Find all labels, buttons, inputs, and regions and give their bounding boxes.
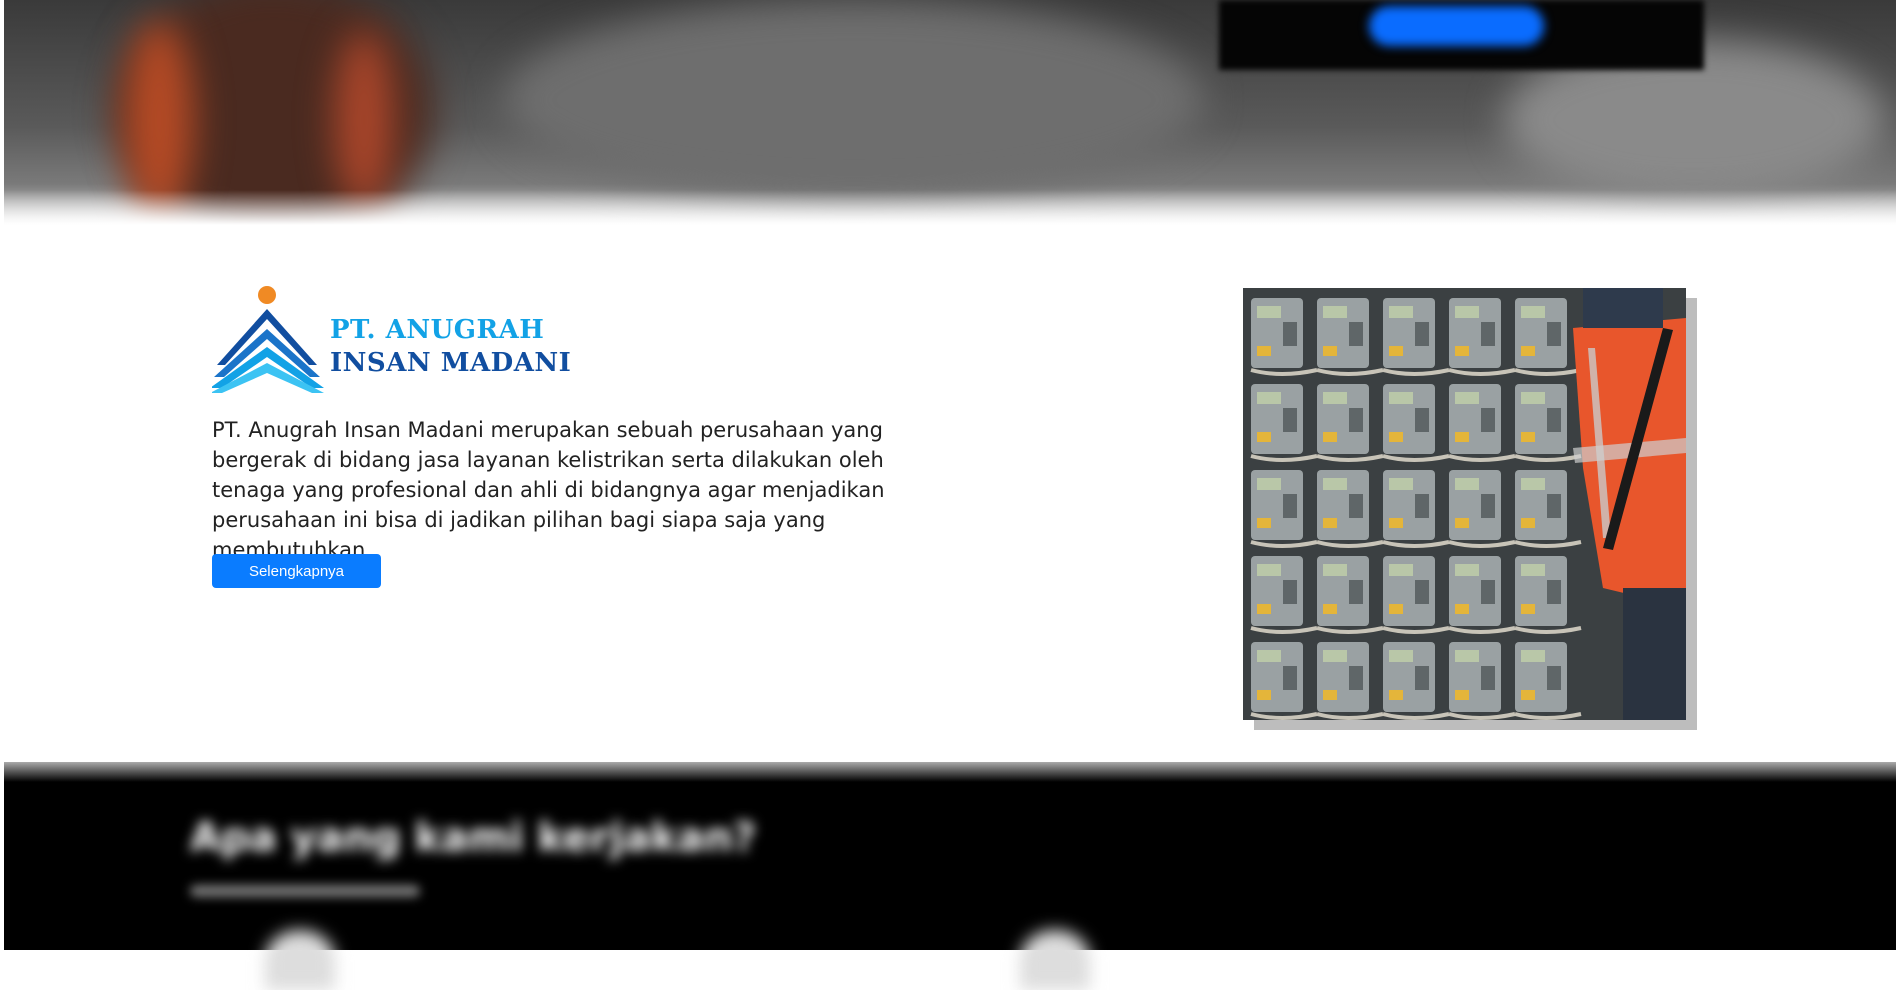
meter-keypad — [1283, 408, 1297, 432]
meter-sticker — [1389, 604, 1403, 614]
meter-keypad — [1349, 494, 1363, 518]
meter-display — [1521, 478, 1545, 490]
meter-sticker — [1521, 690, 1535, 700]
meter-display — [1323, 564, 1347, 576]
meter-display — [1455, 392, 1479, 404]
meter-sticker — [1389, 518, 1403, 528]
meter-display — [1323, 306, 1347, 318]
meter-display — [1389, 392, 1413, 404]
meter-display — [1455, 306, 1479, 318]
logo-orange-dot-icon — [258, 286, 276, 304]
logo-line-1: PT. ANUGRAH — [330, 315, 545, 345]
meters-illustration — [1243, 288, 1686, 720]
meter-keypad — [1481, 666, 1495, 690]
meter-keypad — [1547, 580, 1561, 604]
hero-blob-meters — [504, 0, 1204, 200]
meter-display — [1257, 306, 1281, 318]
meter-keypad — [1481, 322, 1495, 346]
meter-sticker — [1521, 346, 1535, 356]
company-description: PT. Anugrah Insan Madani merupakan sebua… — [212, 418, 885, 562]
meter-display — [1521, 392, 1545, 404]
logo-wordmark: PT. ANUGRAH INSAN MADANI — [330, 314, 571, 380]
meter-keypad — [1349, 322, 1363, 346]
meter-display — [1257, 650, 1281, 662]
meter-keypad — [1415, 666, 1429, 690]
read-more-button[interactable]: Selengkapnya — [212, 554, 381, 588]
service-icon-1 — [265, 930, 335, 990]
meter-display — [1257, 392, 1281, 404]
meter-keypad — [1415, 322, 1429, 346]
meter-display — [1257, 478, 1281, 490]
meter-sticker — [1323, 346, 1337, 356]
meter-display — [1389, 650, 1413, 662]
hero-blob-vest-2 — [334, 30, 394, 210]
service-icon-2 — [1020, 930, 1090, 990]
meter-keypad — [1481, 494, 1495, 518]
meter-sticker — [1389, 346, 1403, 356]
meter-sticker — [1455, 690, 1469, 700]
meter-sticker — [1389, 432, 1403, 442]
meter-keypad — [1349, 408, 1363, 432]
meter-keypad — [1283, 666, 1297, 690]
meter-keypad — [1481, 408, 1495, 432]
services-title: Apa yang kami kerjakan? — [190, 815, 756, 861]
about-section: PT. ANUGRAH INSAN MADANI PT. Anugrah Ins… — [115, 230, 1775, 758]
meter-sticker — [1455, 604, 1469, 614]
meter-display — [1455, 478, 1479, 490]
meter-sticker — [1257, 604, 1271, 614]
meter-display — [1455, 650, 1479, 662]
meter-sticker — [1323, 518, 1337, 528]
meter-sticker — [1455, 346, 1469, 356]
meter-sticker — [1389, 690, 1403, 700]
meter-display — [1521, 306, 1545, 318]
meter-sticker — [1257, 690, 1271, 700]
meter-keypad — [1283, 322, 1297, 346]
meter-sticker — [1455, 518, 1469, 528]
meter-sticker — [1323, 690, 1337, 700]
meter-display — [1323, 650, 1347, 662]
meter-keypad — [1547, 494, 1561, 518]
meter-display — [1257, 564, 1281, 576]
meter-sticker — [1455, 432, 1469, 442]
meter-display — [1323, 478, 1347, 490]
meter-keypad — [1349, 580, 1363, 604]
meter-display — [1521, 650, 1545, 662]
meter-sticker — [1257, 346, 1271, 356]
meter-keypad — [1415, 494, 1429, 518]
meter-display — [1521, 564, 1545, 576]
meter-sticker — [1521, 432, 1535, 442]
electric-meters-photo — [1243, 288, 1686, 720]
meter-sticker — [1521, 518, 1535, 528]
meter-keypad — [1283, 494, 1297, 518]
meter-sticker — [1257, 518, 1271, 528]
bottom-fade — [0, 752, 1900, 782]
meter-sticker — [1323, 432, 1337, 442]
logo-line-2: INSAN MADANI — [330, 348, 572, 378]
meter-keypad — [1283, 580, 1297, 604]
meter-display — [1389, 306, 1413, 318]
meter-sticker — [1257, 432, 1271, 442]
meter-sticker — [1521, 604, 1535, 614]
meter-keypad — [1481, 580, 1495, 604]
meter-display — [1389, 478, 1413, 490]
meter-keypad — [1547, 322, 1561, 346]
hero-cta-button[interactable] — [1369, 6, 1544, 46]
meter-keypad — [1349, 666, 1363, 690]
meter-keypad — [1415, 408, 1429, 432]
services-subtitle — [190, 885, 420, 897]
meter-display — [1323, 392, 1347, 404]
meter-display — [1389, 564, 1413, 576]
meter-sticker — [1323, 604, 1337, 614]
meter-keypad — [1415, 580, 1429, 604]
meter-keypad — [1547, 408, 1561, 432]
meter-keypad — [1547, 666, 1561, 690]
meter-display — [1455, 564, 1479, 576]
